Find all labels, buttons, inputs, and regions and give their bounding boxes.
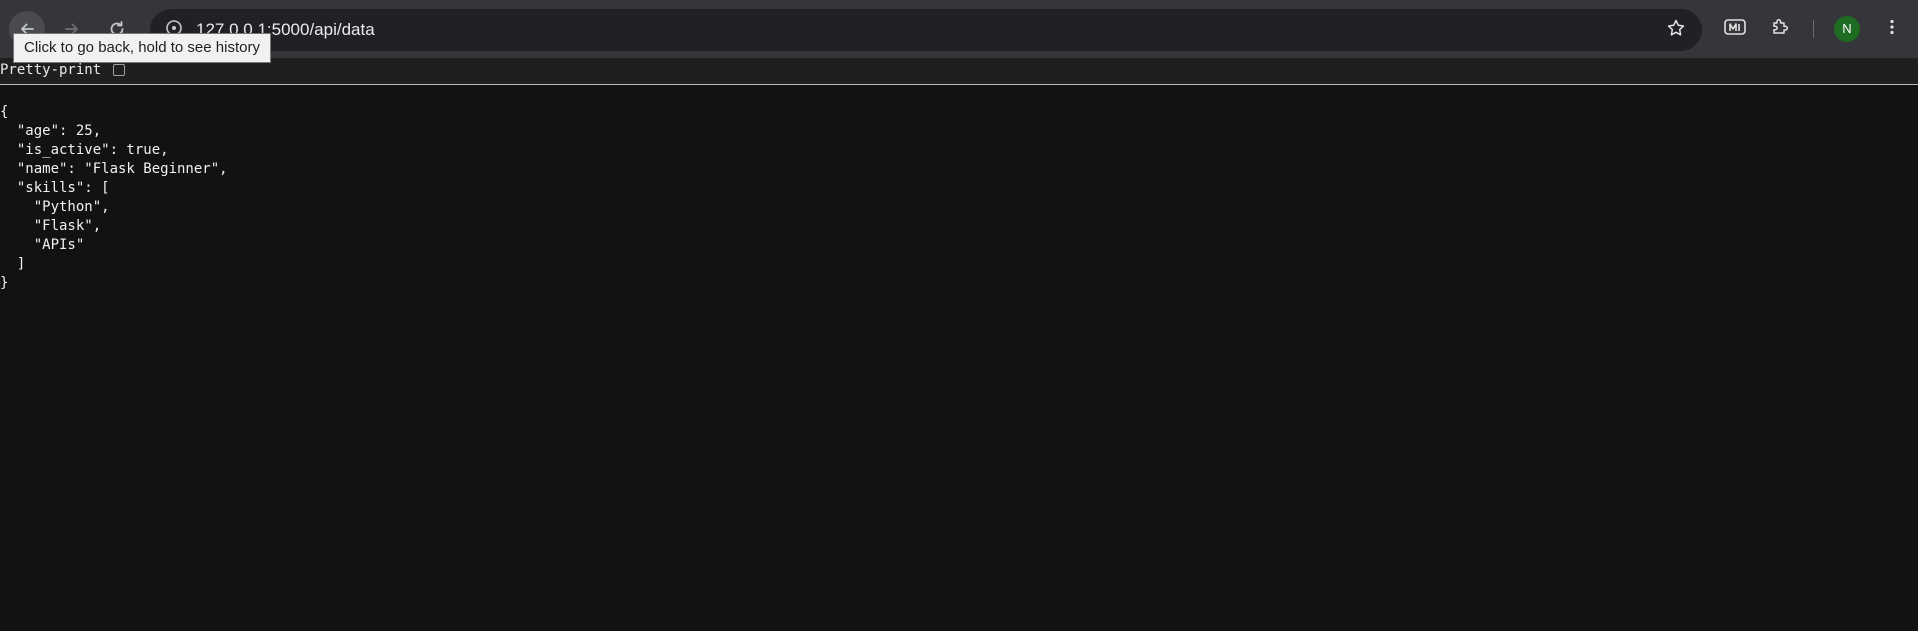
pretty-print-checkbox[interactable] xyxy=(113,64,125,76)
star-icon xyxy=(1666,18,1686,43)
json-line: "is_active": true, xyxy=(0,142,169,158)
extensions-menu-button[interactable] xyxy=(1762,11,1798,47)
browser-menu-button[interactable] xyxy=(1874,11,1910,47)
json-line: "age": 25, xyxy=(0,123,102,139)
profile-avatar[interactable]: N xyxy=(1834,16,1860,42)
json-line: "APIs" xyxy=(0,237,85,253)
json-line: { xyxy=(0,104,9,120)
puzzle-icon xyxy=(1770,17,1790,42)
json-content: { "age": 25, "is_active": true, "name": … xyxy=(0,103,228,293)
json-line: } xyxy=(0,275,9,291)
back-button-tooltip: Click to go back, hold to see history xyxy=(13,33,271,63)
kebab-menu-icon xyxy=(1882,17,1902,42)
json-viewer-header: Pretty-print xyxy=(0,58,1918,85)
extension-m-icon xyxy=(1723,17,1747,42)
json-line: "skills": [ xyxy=(0,180,110,196)
browser-toolbar: 127.0.0.1:5000/api/data N xyxy=(0,0,1918,58)
toolbar-divider xyxy=(1813,20,1814,38)
address-bar[interactable]: 127.0.0.1:5000/api/data xyxy=(150,9,1702,51)
bookmark-button[interactable] xyxy=(1660,14,1692,46)
extension-m-button[interactable] xyxy=(1717,11,1753,47)
json-line: "name": "Flask Beginner", xyxy=(0,161,228,177)
pretty-print-label: Pretty-print xyxy=(0,62,102,78)
json-line: "Flask", xyxy=(0,218,102,234)
json-line: ] xyxy=(0,256,26,272)
json-line: "Python", xyxy=(0,199,110,215)
